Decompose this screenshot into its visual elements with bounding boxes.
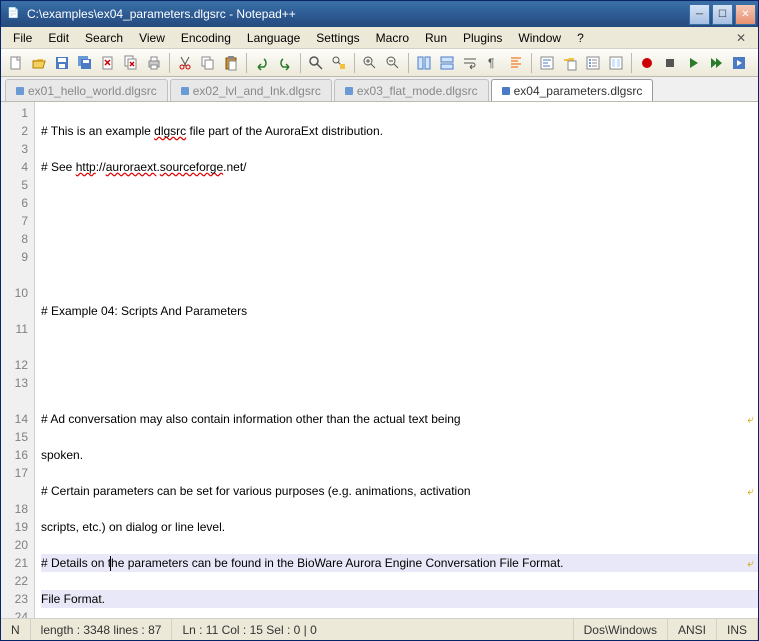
record-icon[interactable]: [636, 52, 658, 74]
menu-settings[interactable]: Settings: [308, 28, 367, 48]
doc-map-icon[interactable]: [605, 52, 627, 74]
play-icon[interactable]: [682, 52, 704, 74]
func-list-icon[interactable]: [582, 52, 604, 74]
indent-guide-icon[interactable]: [505, 52, 527, 74]
toolbar: ¶: [1, 49, 758, 77]
svg-text:¶: ¶: [488, 56, 494, 70]
tab-ex04[interactable]: ex04_parameters.dlgsrc: [491, 79, 654, 101]
status-length: length : 3348 lines : 87: [31, 619, 173, 640]
copy-icon[interactable]: [197, 52, 219, 74]
show-all-chars-icon[interactable]: ¶: [482, 52, 504, 74]
save-all-icon[interactable]: [74, 52, 96, 74]
menu-view[interactable]: View: [131, 28, 173, 48]
redo-icon[interactable]: [274, 52, 296, 74]
open-file-icon[interactable]: [28, 52, 50, 74]
file-icon: [16, 87, 24, 95]
lang-icon[interactable]: [536, 52, 558, 74]
status-n: N: [1, 619, 31, 640]
zoom-out-icon[interactable]: [382, 52, 404, 74]
menu-window[interactable]: Window: [510, 28, 569, 48]
gutter: 123456789101112131415161718192021222324: [1, 102, 35, 618]
titlebar[interactable]: 📄 C:\examples\ex04_parameters.dlgsrc - N…: [1, 1, 758, 27]
status-position: Ln : 11 Col : 15 Sel : 0 | 0: [172, 619, 573, 640]
file-icon: [345, 87, 353, 95]
close-all-icon[interactable]: [120, 52, 142, 74]
menu-plugins[interactable]: Plugins: [455, 28, 510, 48]
tab-ex01[interactable]: ex01_hello_world.dlgsrc: [5, 79, 168, 101]
sync-v-icon[interactable]: [413, 52, 435, 74]
paste-icon[interactable]: [220, 52, 242, 74]
menu-close-doc[interactable]: ✕: [728, 28, 754, 48]
print-icon[interactable]: [143, 52, 165, 74]
replace-icon[interactable]: [328, 52, 350, 74]
file-icon: [502, 87, 510, 95]
tab-ex02[interactable]: ex02_lvl_and_lnk.dlgsrc: [170, 79, 332, 101]
save-macro-icon[interactable]: [728, 52, 750, 74]
new-file-icon[interactable]: [5, 52, 27, 74]
menu-edit[interactable]: Edit: [40, 28, 77, 48]
menubar: File Edit Search View Encoding Language …: [1, 27, 758, 49]
app-icon: 📄: [7, 6, 23, 22]
status-eol[interactable]: Dos\Windows: [574, 619, 668, 640]
menu-search[interactable]: Search: [77, 28, 131, 48]
stop-record-icon[interactable]: [659, 52, 681, 74]
menu-macro[interactable]: Macro: [368, 28, 417, 48]
maximize-button[interactable]: ☐: [712, 4, 733, 25]
undo-icon[interactable]: [251, 52, 273, 74]
wrap-icon: ⤶: [747, 554, 754, 572]
tab-bar: ex01_hello_world.dlgsrc ex02_lvl_and_lnk…: [1, 77, 758, 102]
save-icon[interactable]: [51, 52, 73, 74]
wrap-icon[interactable]: [459, 52, 481, 74]
minimize-button[interactable]: ─: [689, 4, 710, 25]
folder-doc-icon[interactable]: [559, 52, 581, 74]
tab-ex03[interactable]: ex03_flat_mode.dlgsrc: [334, 79, 489, 101]
status-mode[interactable]: INS: [717, 619, 758, 640]
editor[interactable]: 123456789101112131415161718192021222324 …: [1, 102, 758, 618]
wrap-icon: ⤶: [747, 482, 754, 500]
status-encoding[interactable]: ANSI: [668, 619, 717, 640]
file-icon: [181, 87, 189, 95]
close-file-icon[interactable]: [97, 52, 119, 74]
close-button[interactable]: ✕: [735, 4, 756, 25]
play-multi-icon[interactable]: [705, 52, 727, 74]
code-area[interactable]: # This is an example dlgsrc file part of…: [35, 102, 758, 618]
statusbar: N length : 3348 lines : 87 Ln : 11 Col :…: [1, 618, 758, 640]
menu-file[interactable]: File: [5, 28, 40, 48]
menu-help[interactable]: ?: [569, 28, 592, 48]
find-icon[interactable]: [305, 52, 327, 74]
menu-run[interactable]: Run: [417, 28, 455, 48]
cut-icon[interactable]: [174, 52, 196, 74]
wrap-icon: ⤶: [747, 410, 754, 428]
menu-encoding[interactable]: Encoding: [173, 28, 239, 48]
window-title: C:\examples\ex04_parameters.dlgsrc - Not…: [27, 7, 689, 21]
menu-language[interactable]: Language: [239, 28, 308, 48]
sync-h-icon[interactable]: [436, 52, 458, 74]
zoom-in-icon[interactable]: [359, 52, 381, 74]
